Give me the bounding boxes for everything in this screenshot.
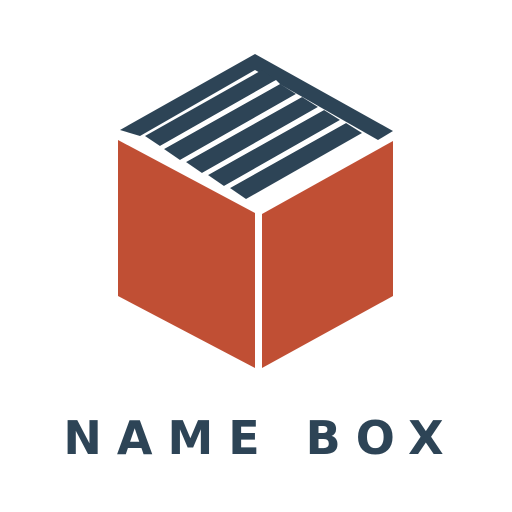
brand-name: NAME BOX: [63, 411, 459, 465]
logo: NAME BOX: [0, 0, 512, 512]
brand-wordmark: NAME BOX: [0, 408, 512, 468]
open-box-with-files-icon: [118, 54, 393, 368]
